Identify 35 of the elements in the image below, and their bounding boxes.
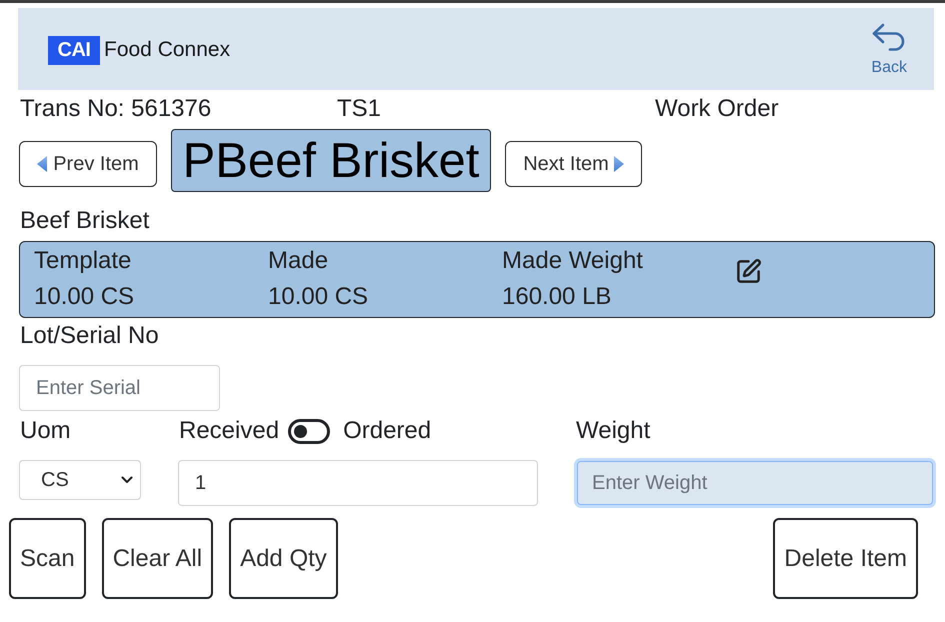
chevron-down-icon <box>121 476 133 484</box>
edit-icon[interactable] <box>735 258 762 285</box>
received-ordered-toggle[interactable] <box>288 418 330 444</box>
weight-label: Weight <box>576 417 650 444</box>
curved-arrow-icon <box>872 23 906 52</box>
delete-item-button[interactable]: Delete Item <box>773 518 918 599</box>
item-name: Beef Brisket <box>20 207 150 234</box>
prev-item-button[interactable]: Prev Item <box>19 141 157 187</box>
weight-input[interactable]: Enter Weight <box>577 461 933 505</box>
received-label: Received <box>179 417 280 445</box>
summary-value: 10.00 CS <box>34 283 134 311</box>
summary-value: 160.00 LB <box>502 283 612 311</box>
logo-text: Food Connex <box>104 37 230 63</box>
summary-label: Template <box>34 247 132 275</box>
uom-label: Uom <box>20 417 71 444</box>
next-item-button[interactable]: Next Item <box>505 141 642 187</box>
summary-value: 10.00 CS <box>268 283 368 311</box>
action-button[interactable]: Scan <box>9 518 86 599</box>
left-triangle-icon <box>37 156 48 172</box>
action-button[interactable]: Clear All <box>102 518 214 599</box>
right-triangle-icon <box>614 156 624 172</box>
back-button[interactable]: Back <box>871 23 907 77</box>
ordered-label: Ordered <box>343 417 432 445</box>
order-type: Work Order <box>655 95 779 122</box>
summary-label: Made Weight <box>502 247 643 275</box>
serial-input[interactable]: Enter Serial <box>19 365 220 411</box>
item-title: PBeef Brisket <box>171 129 491 192</box>
action-button[interactable]: Add Qty <box>229 518 338 599</box>
logo-badge: CAI <box>48 36 100 64</box>
lot-serial-label: Lot/Serial No <box>20 322 159 349</box>
uom-select[interactable]: CS <box>19 460 141 500</box>
trans-number: Trans No: 561376 <box>20 95 212 122</box>
summary-label: Made <box>268 247 328 275</box>
quantity-input[interactable]: 1 <box>178 460 538 506</box>
station-code: TS1 <box>337 95 382 122</box>
